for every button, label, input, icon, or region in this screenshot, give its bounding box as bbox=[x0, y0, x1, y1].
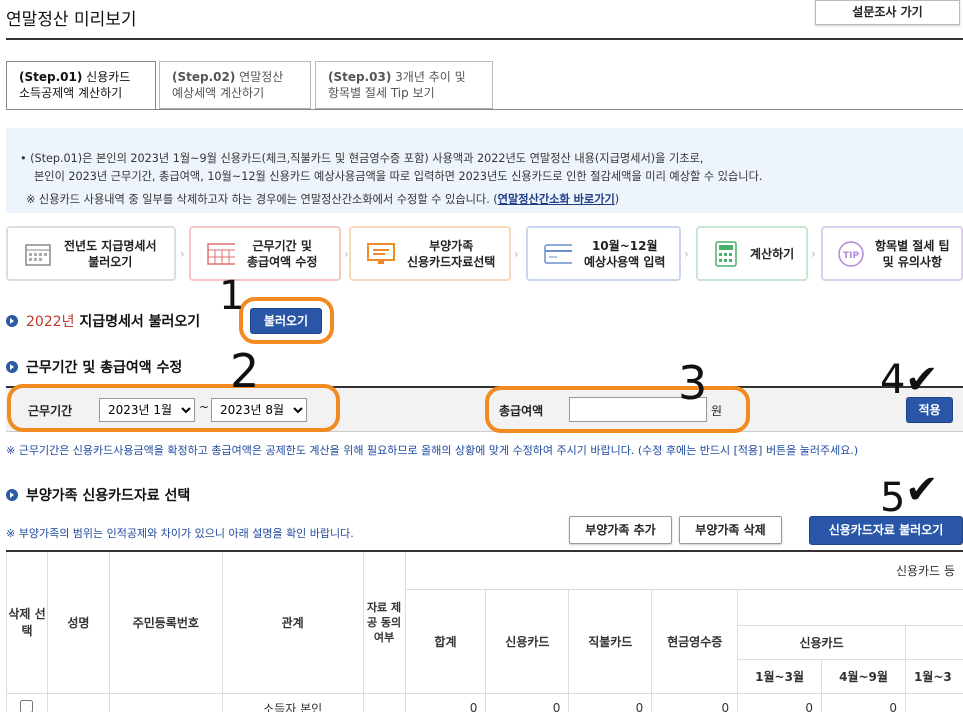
calendar-grid-icon bbox=[207, 242, 235, 266]
svg-text:TIP: TIP bbox=[843, 251, 859, 261]
row-name bbox=[46, 692, 110, 712]
tab-step-03[interactable]: (Step.03) 3개년 추이 및 항목별 절세 Tip 보기 bbox=[315, 61, 493, 109]
step-load-statement[interactable]: 전년도 지급명세서 불러오기 bbox=[6, 226, 176, 281]
header-more: 도 bbox=[737, 588, 963, 626]
row-q1: 0 bbox=[737, 692, 823, 712]
highlight-box-1 bbox=[239, 297, 334, 344]
tab-line2: 소득공제액 계산하기 bbox=[19, 86, 123, 100]
dependents-table: 삭제 선택 성명 주민등록번호 관계 자료 제공 동의 여부 신용카드 등 합계… bbox=[6, 550, 963, 712]
header-credit-sub: 신용카드 bbox=[737, 624, 906, 660]
info-line-3: ※ 신용카드 사용내역 중 일부를 삭제하고자 하는 경우에는 연말정산간소화에… bbox=[26, 191, 619, 207]
period-note: ※ 근무기간은 신용카드사용금액을 확정하고 총급여액은 공제한도 계산을 위해… bbox=[6, 444, 859, 457]
annotation-number-3: 3 bbox=[678, 356, 708, 410]
arrow-circle-icon bbox=[6, 315, 18, 327]
arrow-circle-icon bbox=[6, 489, 18, 501]
step-label: 근무기간 및 총급여액 수정 bbox=[247, 238, 318, 269]
section-period-title: 근무기간 및 총급여액 수정 bbox=[6, 357, 182, 377]
row-total: 0 bbox=[404, 692, 487, 712]
tab-line2: 예상세액 계산하기 bbox=[172, 86, 265, 100]
header-name: 성명 bbox=[46, 550, 110, 694]
step-label: 전년도 지급명세서 불러오기 bbox=[64, 238, 157, 269]
header-q1: 1월~3월 bbox=[737, 658, 823, 694]
header-credit: 신용카드 bbox=[485, 588, 570, 694]
arrow-circle-icon bbox=[6, 361, 18, 373]
header-consent: 자료 제공 동의 여부 bbox=[362, 550, 406, 694]
step-select-dependents[interactable]: 부양가족 신용카드자료선택 bbox=[349, 226, 511, 281]
header-debit: 직불카드 bbox=[568, 588, 653, 694]
header-rrn: 주민등록번호 bbox=[108, 550, 223, 694]
row-debit: 0 bbox=[568, 692, 653, 712]
section-dependents-title: 부양가족 신용카드자료 선택 bbox=[6, 485, 190, 505]
header-q3: 1월~3 bbox=[904, 658, 963, 694]
calendar-icon bbox=[24, 242, 52, 266]
delete-dependent-button[interactable]: 부양가족 삭제 bbox=[679, 516, 782, 544]
survey-button[interactable]: 설문조사 가기 bbox=[815, 0, 960, 25]
row-delete-checkbox[interactable] bbox=[20, 700, 34, 712]
tab-line1: 3개년 추이 및 bbox=[395, 70, 466, 84]
step-label: 계산하기 bbox=[750, 246, 795, 261]
chevron-right-icon: › bbox=[684, 247, 689, 261]
title-divider bbox=[6, 38, 963, 40]
header-relation: 관계 bbox=[221, 550, 364, 694]
tab-step-label: (Step.01) bbox=[19, 70, 83, 84]
row-credit: 0 bbox=[485, 692, 570, 712]
row-rrn bbox=[108, 692, 223, 712]
header-cash: 현금영수증 bbox=[651, 588, 739, 694]
header-total: 합계 bbox=[404, 588, 487, 694]
annotation-number-2: 2 bbox=[230, 344, 260, 398]
tab-line1: 신용카드 bbox=[86, 70, 131, 84]
chevron-right-icon: › bbox=[180, 247, 185, 261]
step-calculate[interactable]: 계산하기 bbox=[696, 226, 808, 281]
header-card-group: 신용카드 등 bbox=[404, 550, 963, 590]
add-dependent-button[interactable]: 부양가족 추가 bbox=[569, 516, 672, 544]
chevron-right-icon: › bbox=[514, 247, 519, 261]
step-expected-usage[interactable]: 10월~12월 예상사용액 입력 bbox=[526, 226, 681, 281]
row-q3 bbox=[904, 692, 963, 712]
tab-line1: 연말정산 bbox=[239, 70, 284, 84]
section-year: 2022년 bbox=[26, 314, 75, 330]
step-label: 10월~12월 예상사용액 입력 bbox=[584, 238, 666, 269]
tabs-divider bbox=[6, 109, 963, 110]
table-row: 소득자 본인 0 0 0 0 0 0 bbox=[6, 692, 963, 712]
info-note: ※ 신용카드 사용내역 중 일부를 삭제하고자 하는 경우에는 연말정산간소화에… bbox=[26, 193, 498, 206]
step-label: 부양가족 신용카드자료선택 bbox=[407, 238, 496, 269]
info-line-2: 본인이 2023년 근무기간, 총급여액, 10월~12월 신용카드 예상사용금… bbox=[34, 170, 763, 183]
highlight-box-3 bbox=[485, 386, 750, 433]
info-close: ) bbox=[614, 193, 620, 206]
page-title: 연말정산 미리보기 bbox=[6, 10, 137, 30]
tip-icon: TIP bbox=[837, 240, 865, 267]
row-relation: 소득자 본인 bbox=[221, 692, 364, 712]
tab-step-02[interactable]: (Step.02) 연말정산 예상세액 계산하기 bbox=[159, 61, 311, 109]
tab-step-label: (Step.03) bbox=[328, 70, 392, 84]
card-icon bbox=[544, 242, 572, 266]
row-cash: 0 bbox=[651, 692, 739, 712]
header-delete: 삭제 선택 bbox=[6, 550, 48, 694]
monitor-icon bbox=[367, 242, 395, 266]
calculator-icon bbox=[712, 240, 740, 267]
annotation-check-4: ✔ bbox=[905, 357, 939, 403]
tab-line2: 항목별 절세 Tip 보기 bbox=[328, 86, 435, 100]
simplified-service-link[interactable]: 연말정산간소화 바로가기 bbox=[498, 193, 615, 206]
annotation-number-4: 4 bbox=[880, 357, 906, 403]
dependents-note: ※ 부양가족의 범위는 인적공제와 차이가 있으니 아래 설명을 확인 바랍니다… bbox=[6, 527, 354, 540]
step-edit-period[interactable]: 근무기간 및 총급여액 수정 bbox=[189, 226, 341, 281]
row-consent bbox=[362, 692, 406, 712]
section-load-statement-title: 2022년 지급명세서 불러오기 bbox=[6, 311, 200, 331]
tab-step-label: (Step.02) bbox=[172, 70, 236, 84]
step-tax-tips[interactable]: TIP 항목별 절세 팁및 유의사항 bbox=[821, 226, 963, 281]
step-label: 항목별 절세 팁및 유의사항 bbox=[875, 238, 950, 269]
tab-step-01[interactable]: (Step.01) 신용카드 소득공제액 계산하기 bbox=[6, 61, 156, 110]
info-line-1: • (Step.01)은 본인의 2023년 1월~9월 신용카드(체크,직불카… bbox=[20, 152, 704, 165]
highlight-box-2 bbox=[7, 384, 340, 432]
header-blank bbox=[904, 624, 963, 660]
header-q2: 4월~9월 bbox=[821, 658, 906, 694]
annotation-number-1: 1 bbox=[219, 273, 245, 319]
row-q2: 0 bbox=[821, 692, 906, 712]
annotation-check-5: ✔ bbox=[905, 467, 939, 513]
chevron-right-icon: › bbox=[811, 247, 816, 261]
annotation-number-5: 5 bbox=[880, 475, 906, 521]
